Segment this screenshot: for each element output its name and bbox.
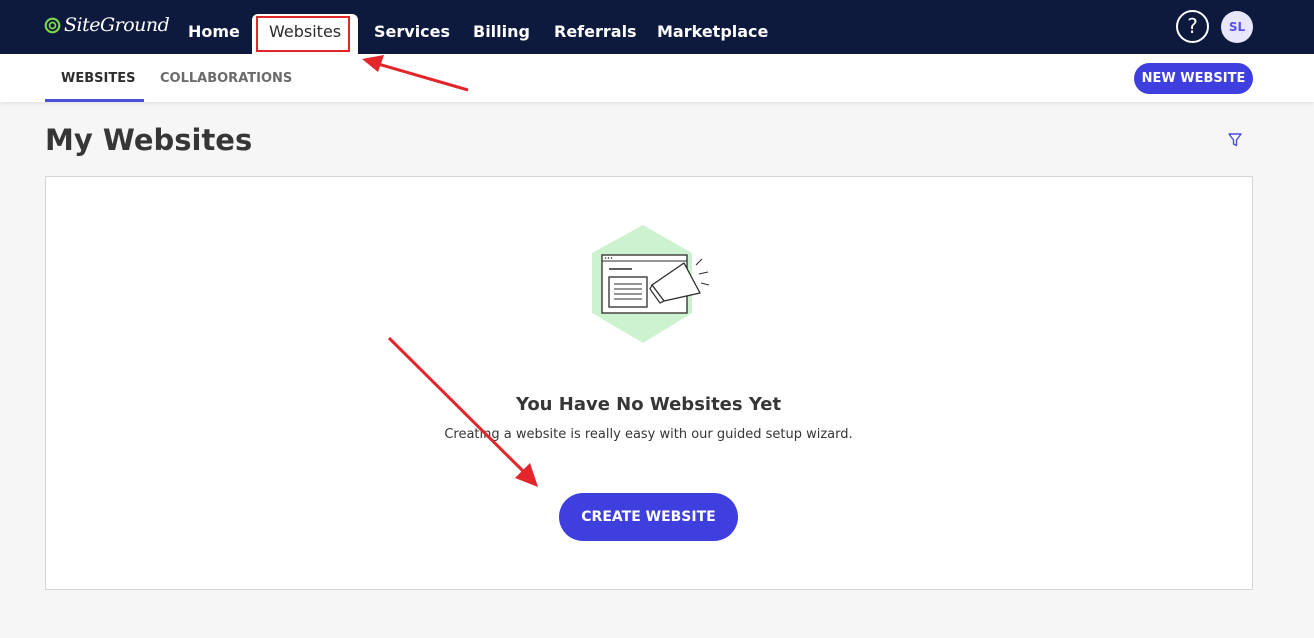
active-tab-underline [45, 99, 144, 102]
new-website-button[interactable]: NEW WEBSITE [1134, 63, 1253, 94]
browser-megaphone-illustration [592, 225, 710, 343]
help-button[interactable]: ? [1176, 10, 1209, 43]
siteground-logo[interactable]: SiteGround [44, 14, 170, 36]
siteground-logo-icon [44, 17, 61, 33]
tab-websites[interactable]: WEBSITES [61, 71, 135, 86]
top-navigation-bar: SiteGround Home Websites Services Billin… [0, 0, 1314, 54]
user-avatar[interactable]: SL [1221, 11, 1253, 43]
nav-item-services[interactable]: Services [374, 22, 450, 41]
logo-text: SiteGround [64, 14, 170, 36]
question-circle-icon: ? [1187, 14, 1198, 38]
nav-item-referrals[interactable]: Referrals [554, 22, 637, 41]
empty-state-title: You Have No Websites Yet [515, 394, 782, 415]
nav-item-websites[interactable]: Websites [269, 22, 341, 41]
create-website-button[interactable]: CREATE WEBSITE [559, 493, 738, 541]
nav-item-home[interactable]: Home [188, 22, 240, 41]
filter-icon[interactable] [1227, 132, 1243, 148]
empty-state-description: Creating a website is really easy with o… [444, 427, 853, 442]
page-title: My Websites [45, 123, 253, 157]
nav-item-billing[interactable]: Billing [473, 22, 530, 41]
nav-item-marketplace[interactable]: Marketplace [657, 22, 768, 41]
tab-collaborations[interactable]: COLLABORATIONS [160, 71, 292, 86]
